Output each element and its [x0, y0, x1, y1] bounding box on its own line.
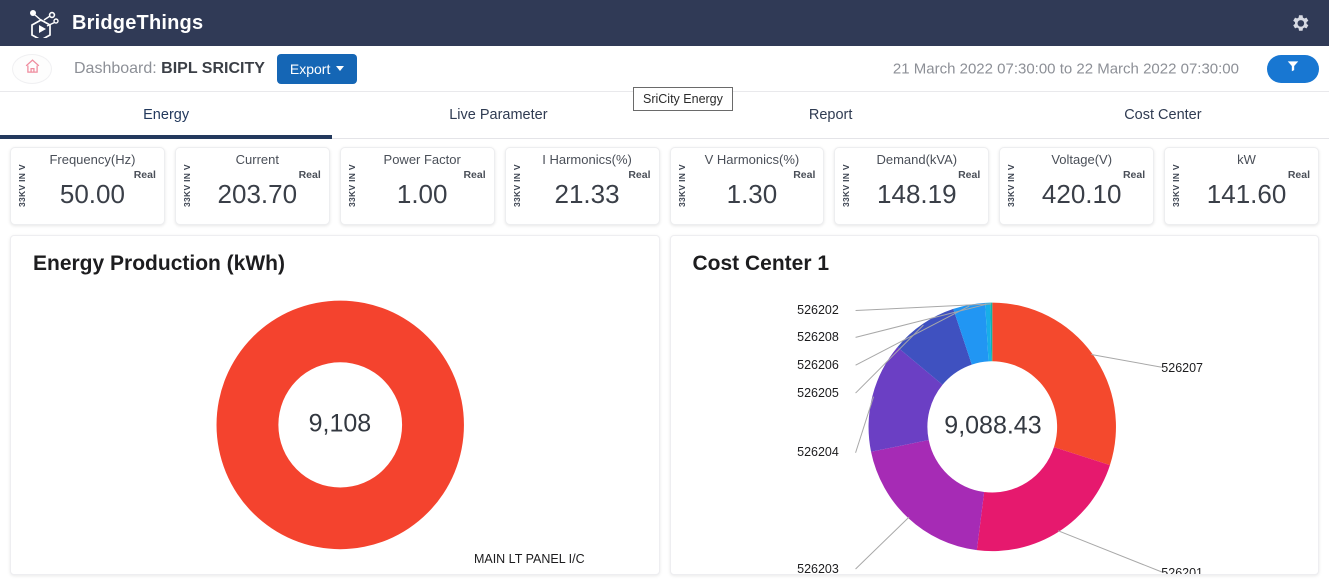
donut-center-value: 9,108: [308, 409, 372, 438]
funnel-icon: [1286, 59, 1300, 78]
kpi-title: Demand(kVA): [876, 152, 958, 167]
cost-center-donut-chart: 9,088.43 526202 526208 526206 526205 526…: [671, 236, 1319, 574]
kpi-body: Voltage(V) Real 420.10: [1018, 152, 1145, 220]
kpi-value: 420.10: [1041, 179, 1122, 209]
donut-svg: [854, 302, 1162, 573]
pie-label-526202: 526202: [797, 303, 839, 318]
kpi-title: Current: [235, 152, 279, 167]
kpi-value: 203.70: [217, 179, 298, 209]
kpi-value: 50.00: [59, 179, 125, 209]
tab-label: Report: [808, 107, 853, 123]
leader-line-526207: [1090, 354, 1162, 368]
chart-panel-row: Energy Production (kWh) 9,108 MAIN LT PA…: [0, 229, 1329, 575]
kpi-body: V Harmonics(%) Real 1.30: [689, 152, 816, 220]
kpi-source-label: 33KV IN V: [17, 164, 27, 208]
panel-energy-production: Energy Production (kWh) 9,108 MAIN LT PA…: [10, 235, 660, 575]
kpi-card[interactable]: 33KV IN VI Harmonics(%) Real 21.33: [504, 147, 660, 225]
kpi-title: kW: [1237, 152, 1256, 167]
bridgethings-logo-icon: [26, 8, 60, 38]
pie-slice-526207[interactable]: [991, 302, 1116, 466]
energy-production-donut-chart: 9,108 MAIN LT PANEL I/C: [11, 236, 659, 574]
kpi-card[interactable]: 33KV IN VkW Real 141.60: [1164, 147, 1319, 225]
kpi-title: V Harmonics(%): [704, 152, 800, 167]
sub-header: Dashboard: BIPL SRICITY Export 21 March …: [0, 46, 1329, 129]
brand: BridgeThings: [26, 8, 203, 38]
home-button[interactable]: [12, 53, 52, 84]
date-range-text: 21 March 2022 07:30:00 to 22 March 2022 …: [892, 60, 1239, 77]
kpi-body: kW Real 141.60: [1183, 152, 1310, 220]
pie-label-526204: 526204: [797, 445, 839, 460]
pie-label-main-lt-panel: MAIN LT PANEL I/C: [473, 552, 585, 567]
home-icon: [24, 58, 41, 80]
brand-name: BridgeThings: [72, 11, 204, 34]
kpi-card-row: 33KV IN V Frequency(Hz) Real 50.00 33KV IN V…: [0, 139, 1329, 229]
pie-slice-526203[interactable]: [870, 439, 984, 551]
kpi-card[interactable]: 33KV IN V Current Real 203.70: [174, 147, 330, 225]
donut-center-value: 9,088.43: [944, 411, 1042, 440]
top-navbar: BridgeThings: [0, 0, 1329, 46]
tab-label: Energy: [143, 107, 190, 123]
donut-svg: [216, 300, 464, 550]
kpi-source-label: 33KV IN V: [511, 164, 522, 208]
kpi-source-label: 33KV IN V: [346, 164, 357, 208]
kpi-title: Power Factor: [383, 152, 461, 167]
kpi-card[interactable]: 33KV IN V Demand(kVA) Real 148.19: [834, 147, 990, 225]
kpi-body: Frequency(Hz) Real 50.00: [29, 152, 155, 220]
panel-cost-center-1: Cost Center 1 9,088.43 526202 526208 526…: [669, 235, 1319, 575]
kpi-source-label: 33KV IN V: [1171, 164, 1182, 208]
tab-live-parameter[interactable]: Live Parameter: [332, 92, 664, 138]
export-button[interactable]: Export: [276, 53, 358, 84]
kpi-title: I Harmonics(%): [542, 152, 632, 167]
leader-line-526201: [1057, 530, 1162, 573]
tab-cost-center[interactable]: Cost Center: [997, 92, 1329, 138]
breadcrumb: Dashboard: BIPL SRICITY: [74, 60, 265, 78]
filter-button[interactable]: [1267, 54, 1319, 83]
pie-label-526201: 526201: [1161, 565, 1204, 575]
dashboard-prefix: Dashboard:: [74, 59, 157, 77]
pie-label-526206: 526206: [797, 358, 839, 373]
kpi-card[interactable]: 33KV IN V Power Factor Real 1.00: [339, 147, 495, 225]
pie-label-526205: 526205: [797, 385, 839, 400]
tab-energy[interactable]: Energy: [0, 92, 333, 139]
kpi-source-label: 33KV IN V: [181, 164, 192, 208]
kpi-card[interactable]: 33KV IN V Voltage(V) Real 420.10: [999, 147, 1155, 225]
kpi-body: Demand(kVA) Real 148.19: [853, 152, 980, 220]
kpi-source-label: 33KV IN V: [841, 164, 852, 208]
pie-label-526207: 526207: [1161, 360, 1204, 375]
dashboard-name: BIPL SRICITY: [161, 59, 265, 77]
pie-label-526208: 526208: [797, 330, 839, 345]
tooltip-sricity-energy: SriCity Energy: [633, 87, 733, 111]
tab-label: Cost Center: [1124, 107, 1202, 123]
kpi-source-label: 33KV IN V: [676, 164, 687, 208]
kpi-value: 141.60: [1206, 179, 1287, 209]
kpi-source-label: 33KV IN V: [1006, 164, 1017, 208]
kpi-body: I Harmonics(%) Real 21.33: [524, 152, 650, 220]
kpi-card[interactable]: 33KV IN VV Harmonics(%) Real 1.30: [669, 147, 825, 225]
kpi-value: 148.19: [877, 179, 957, 209]
kpi-title: Voltage(V): [1051, 152, 1113, 167]
pie-label-526203: 526203: [797, 561, 839, 575]
kpi-title: Frequency(Hz): [49, 152, 136, 167]
leader-line-526203: [854, 516, 909, 570]
chevron-down-icon: [336, 66, 345, 71]
export-button-label: Export: [289, 60, 331, 77]
kpi-value: 1.00: [396, 179, 448, 209]
kpi-body: Power Factor Real 1.00: [359, 152, 486, 220]
pie-slice-526201[interactable]: [976, 447, 1110, 552]
kpi-body: Current Real 203.70: [194, 152, 321, 220]
kpi-card[interactable]: 33KV IN V Frequency(Hz) Real 50.00: [10, 147, 165, 225]
kpi-value: 1.30: [726, 179, 778, 209]
gear-icon[interactable]: [1285, 8, 1315, 38]
kpi-value: 21.33: [554, 179, 620, 209]
tab-label: Live Parameter: [449, 107, 548, 123]
